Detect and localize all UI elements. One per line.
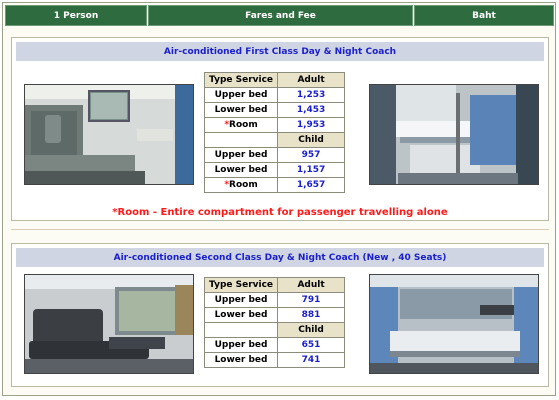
- col-type-service: Type Service: [205, 73, 278, 87]
- col-child: Child: [278, 133, 345, 147]
- room-footnote: *Room - Entire compartment for passenger…: [112, 207, 448, 218]
- table-row: *Room 1,953: [205, 118, 345, 132]
- room-label: Room: [229, 120, 258, 130]
- col-adult: Adult: [278, 278, 345, 292]
- row-label: Lower bed: [205, 308, 278, 322]
- second-class-section: Air-conditioned Second Class Day & Night…: [11, 243, 549, 387]
- fare-value: 741: [278, 353, 345, 367]
- table-row: Lower bed 1,453: [205, 103, 345, 117]
- header-baht-label: Baht: [472, 10, 496, 21]
- table-row: Upper bed 1,253: [205, 88, 345, 102]
- table-row: Lower bed 741: [205, 353, 345, 367]
- first-class-bed-photo: [369, 84, 539, 185]
- table-row: *Room 1,657: [205, 178, 345, 192]
- fare-value: 1,953: [278, 118, 345, 132]
- first-class-section: Air-conditioned First Class Day & Night …: [11, 37, 549, 221]
- row-label: Lower bed: [205, 103, 278, 117]
- fare-value: 1,657: [278, 178, 345, 192]
- col-child: Child: [278, 323, 345, 337]
- table-row: Upper bed 651: [205, 338, 345, 352]
- second-class-title: Air-conditioned Second Class Day & Night…: [16, 248, 544, 267]
- col-type-service: Type Service: [205, 278, 278, 292]
- fare-value: 1,453: [278, 103, 345, 117]
- blank-cell: [205, 323, 278, 337]
- second-class-fare-table: Type Service Adult Upper bed 791 Lower b…: [204, 277, 346, 368]
- row-label: Lower bed: [205, 353, 278, 367]
- fare-value: 651: [278, 338, 345, 352]
- second-class-bed-photo: [369, 274, 539, 374]
- second-class-seat-photo: [24, 274, 194, 374]
- header-person: 1 Person: [5, 5, 147, 26]
- row-label: Upper bed: [205, 88, 278, 102]
- header-fares-label: Fares and Fee: [245, 10, 316, 21]
- first-class-fare-table: Type Service Adult Upper bed 1,253 Lower…: [204, 72, 346, 193]
- fare-value: 1,253: [278, 88, 345, 102]
- table-row: Upper bed 791: [205, 293, 345, 307]
- row-label: Upper bed: [205, 338, 278, 352]
- table-row: Lower bed 881: [205, 308, 345, 322]
- first-class-title: Air-conditioned First Class Day & Night …: [16, 42, 544, 61]
- fare-value: 791: [278, 293, 345, 307]
- fare-value: 1,157: [278, 163, 345, 177]
- table-row: Upper bed 957: [205, 148, 345, 162]
- first-class-seat-photo: [24, 84, 194, 185]
- col-adult: Adult: [278, 73, 345, 87]
- header-fares: Fares and Fee: [148, 5, 413, 26]
- header-baht: Baht: [414, 5, 554, 26]
- blank-cell: [205, 133, 278, 147]
- table-row: Lower bed 1,157: [205, 163, 345, 177]
- fares-page: 1 Person Fares and Fee Baht Air-conditio…: [2, 2, 556, 396]
- room-label: Room: [229, 180, 258, 190]
- fare-value: 881: [278, 308, 345, 322]
- row-label: Lower bed: [205, 163, 278, 177]
- row-label: Upper bed: [205, 293, 278, 307]
- row-label: *Room: [205, 178, 278, 192]
- row-label: *Room: [205, 118, 278, 132]
- header-person-label: 1 Person: [53, 10, 99, 21]
- section-divider: [11, 229, 549, 230]
- row-label: Upper bed: [205, 148, 278, 162]
- fare-value: 957: [278, 148, 345, 162]
